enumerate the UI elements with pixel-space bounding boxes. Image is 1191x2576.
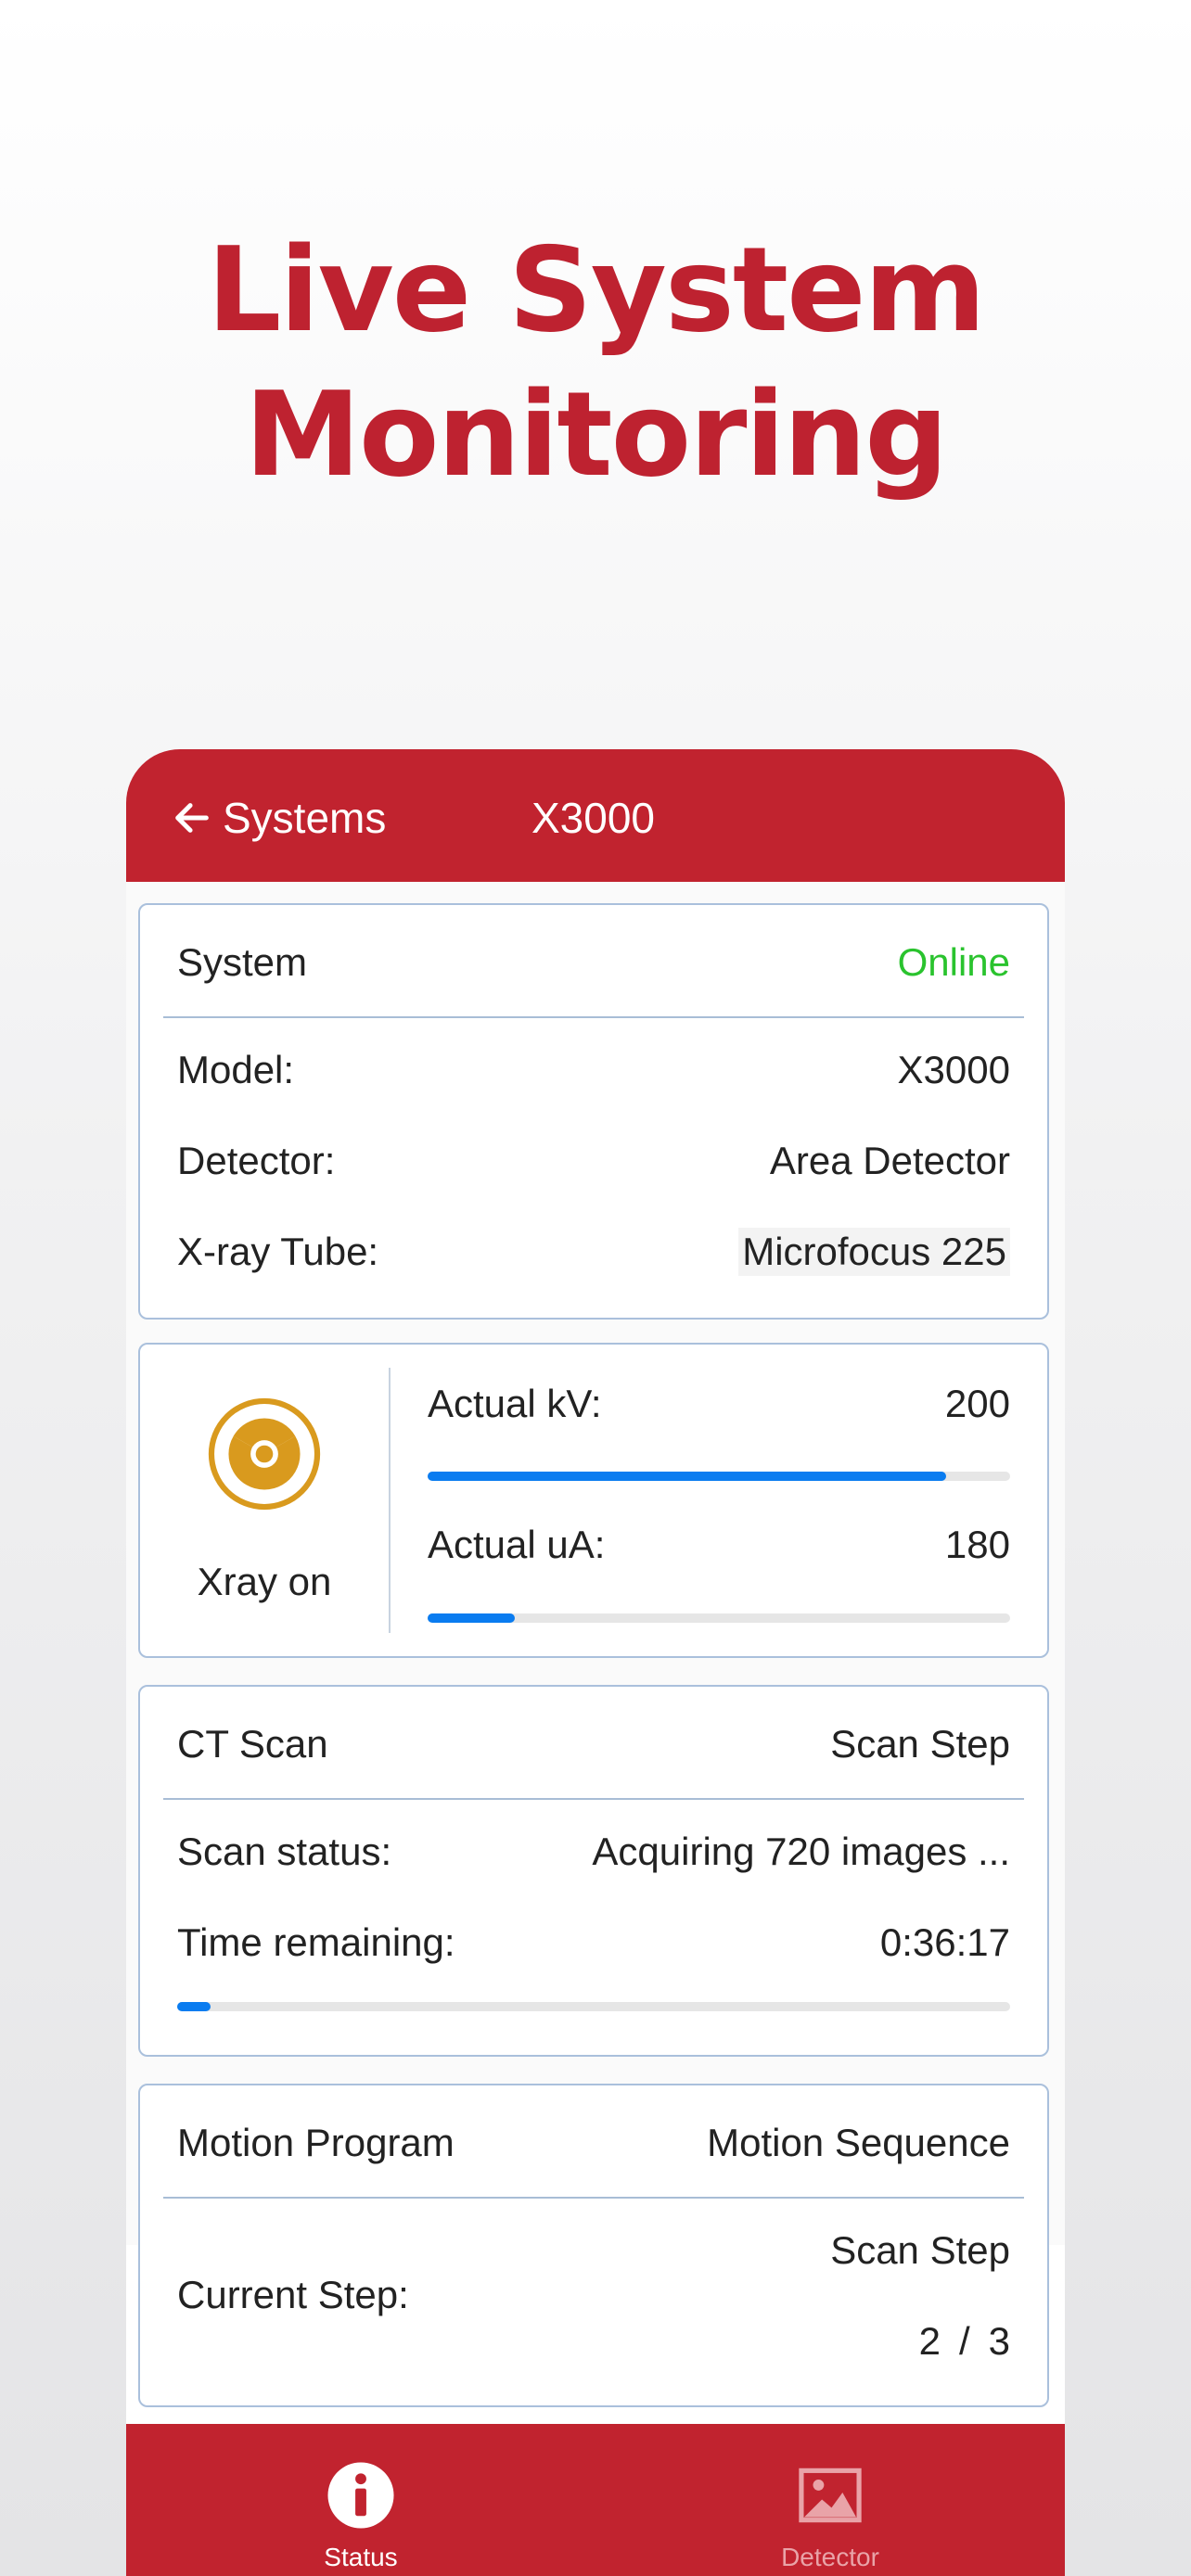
xray-status-panel: Xray on <box>140 1345 389 1656</box>
detector-value: Area Detector <box>769 1139 1010 1182</box>
content-area: System Online Model: X3000 Detector: Are… <box>126 882 1065 2407</box>
step-separator: / <box>958 2319 970 2363</box>
divider <box>163 1016 1024 1018</box>
xray-status-label: Xray on <box>197 1560 332 1603</box>
ct-header-row: CT Scan Scan Step <box>177 1720 1010 1768</box>
model-label: Model: <box>177 1048 295 1091</box>
hero-title-line1: Live System <box>207 222 986 358</box>
model-value: X3000 <box>897 1048 1010 1091</box>
step-counter: 2 / 3 <box>177 2317 1010 2366</box>
hero-title: Live System Monitoring <box>0 218 1191 507</box>
tab-detector[interactable]: Detector <box>596 2424 1065 2576</box>
step-current: 2 <box>918 2319 941 2363</box>
time-remaining-label: Time remaining: <box>177 1920 455 1964</box>
detector-label: Detector: <box>177 1139 336 1182</box>
ct-header-value: Scan Step <box>830 1722 1010 1766</box>
scan-progress-fill <box>177 2002 211 2011</box>
status-badge: Online <box>897 940 1010 984</box>
divider <box>163 1798 1024 1800</box>
back-button-label: Systems <box>223 794 387 842</box>
ua-label: Actual uA: <box>428 1523 606 1566</box>
kv-level-bar <box>428 1472 1010 1481</box>
step-name-value: Scan Step <box>830 2228 1010 2272</box>
kv-row: Actual kV: 200 <box>428 1380 1010 1428</box>
current-step-label: Current Step: <box>177 2273 409 2316</box>
nav-bar: Systems X3000 <box>126 749 1065 882</box>
scan-status-label: Scan status: <box>177 1830 392 1873</box>
ua-value: 180 <box>944 1523 1010 1566</box>
time-remaining-value: 0:36:17 <box>879 1920 1010 1964</box>
image-icon <box>799 2468 862 2523</box>
radiation-icon <box>208 1397 321 1511</box>
ct-scan-card: CT Scan Scan Step Scan status: Acquiring… <box>138 1685 1049 2057</box>
info-icon <box>327 2462 394 2529</box>
ua-row: Actual uA: 180 <box>428 1521 1010 1569</box>
xray-tube-row: X-ray Tube: Microfocus 225 <box>177 1228 1010 1276</box>
motion-program-card: Motion Program Motion Sequence Current S… <box>138 2084 1049 2407</box>
tab-detector-label: Detector <box>781 2543 879 2571</box>
step-name-row: Scan Step <box>177 2226 1010 2275</box>
tab-status-label: Status <box>324 2543 398 2571</box>
back-button[interactable]: Systems <box>171 792 386 844</box>
arrow-left-icon <box>175 803 209 833</box>
vertical-divider <box>389 1368 391 1633</box>
hero-title-line2: Monitoring <box>244 366 949 503</box>
kv-label: Actual kV: <box>428 1382 602 1425</box>
step-total: 3 <box>988 2319 1010 2363</box>
motion-header-value: Motion Sequence <box>707 2121 1010 2164</box>
ua-level-bar <box>428 1613 1010 1623</box>
phone-screen: Systems X3000 System Online Model: X3000… <box>126 749 1065 2576</box>
divider <box>163 2197 1024 2199</box>
current-step-row: Current Step: <box>177 2271 1010 2319</box>
xray-card: Xray on Actual kV: 200 Actual uA: 180 <box>138 1343 1049 1658</box>
system-header-row: System Online <box>177 938 1010 987</box>
scan-status-row: Scan status: Acquiring 720 images ... <box>177 1828 1010 1876</box>
ua-level-fill <box>428 1613 516 1623</box>
system-card: System Online Model: X3000 Detector: Are… <box>138 903 1049 1320</box>
kv-value: 200 <box>944 1382 1010 1425</box>
system-header-label: System <box>177 940 308 984</box>
xray-tube-value: Microfocus 225 <box>738 1228 1010 1276</box>
model-row: Model: X3000 <box>177 1046 1010 1094</box>
scan-progress-bar <box>177 2002 1010 2011</box>
nav-title: X3000 <box>531 794 656 842</box>
time-remaining-row: Time remaining: 0:36:17 <box>177 1919 1010 1967</box>
detector-row: Detector: Area Detector <box>177 1137 1010 1185</box>
tab-bar: Status Detector <box>126 2424 1065 2576</box>
tab-status[interactable]: Status <box>126 2424 596 2576</box>
xray-tube-label: X-ray Tube: <box>177 1230 379 1273</box>
scan-status-value: Acquiring 720 images ... <box>592 1830 1010 1873</box>
ct-header-label: CT Scan <box>177 1722 328 1766</box>
motion-header-row: Motion Program Motion Sequence <box>177 2119 1010 2167</box>
motion-header-label: Motion Program <box>177 2121 455 2164</box>
kv-level-fill <box>428 1472 946 1481</box>
